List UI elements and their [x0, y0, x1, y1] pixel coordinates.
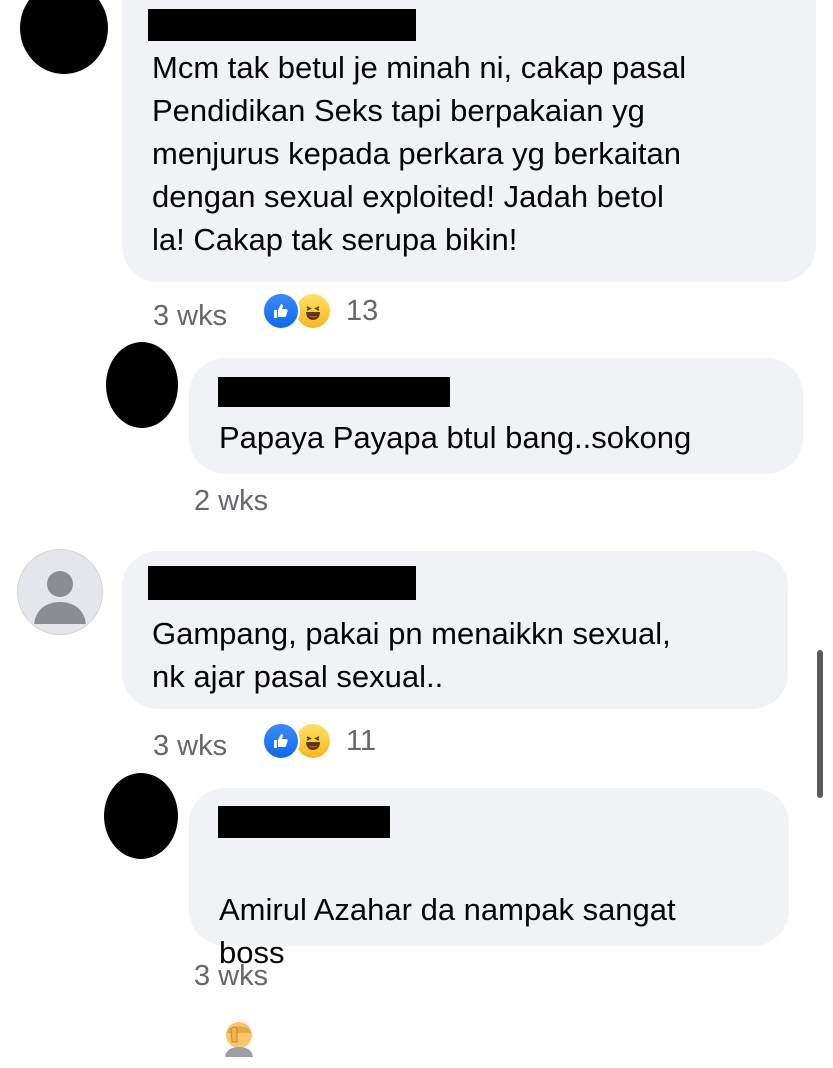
- person-silhouette-icon: [34, 571, 86, 624]
- reply-text-content: Amirul Azahar da nampak sangat boss: [219, 892, 676, 970]
- comment-timestamp[interactable]: 3 wks: [153, 730, 227, 763]
- comment-timestamp[interactable]: 3 wks: [153, 300, 227, 333]
- redacted-author-name[interactable]: [218, 377, 450, 407]
- like-icon: [262, 722, 300, 760]
- reaction-summary[interactable]: 13: [262, 292, 378, 330]
- reaction-summary[interactable]: 11: [262, 722, 376, 760]
- comment-avatar[interactable]: [20, 0, 108, 74]
- like-icon: [262, 292, 300, 330]
- redacted-author-name[interactable]: [218, 806, 390, 838]
- reply-avatar[interactable]: [104, 773, 178, 859]
- reply-text: Papaya Payapa btul bang..sokong: [219, 420, 692, 455]
- redacted-author-name[interactable]: [148, 566, 416, 600]
- reaction-count: 13: [346, 294, 379, 327]
- reply-timestamp[interactable]: 3 wks: [194, 960, 268, 993]
- scrollbar[interactable]: [817, 650, 823, 798]
- reply-avatar[interactable]: [106, 342, 178, 428]
- reply-text: Amirul Azahar da nampak sangat boss: [219, 845, 779, 1068]
- comment-text: Gampang, pakai pn menaikkn sexual, nk aj…: [152, 616, 671, 694]
- reply-timestamp[interactable]: 2 wks: [194, 485, 268, 518]
- comment-text: Mcm tak betul je minah ni, cakap pasal P…: [152, 50, 687, 257]
- reaction-count: 11: [346, 724, 377, 757]
- redacted-author-name[interactable]: [148, 9, 416, 41]
- default-avatar[interactable]: [17, 549, 103, 635]
